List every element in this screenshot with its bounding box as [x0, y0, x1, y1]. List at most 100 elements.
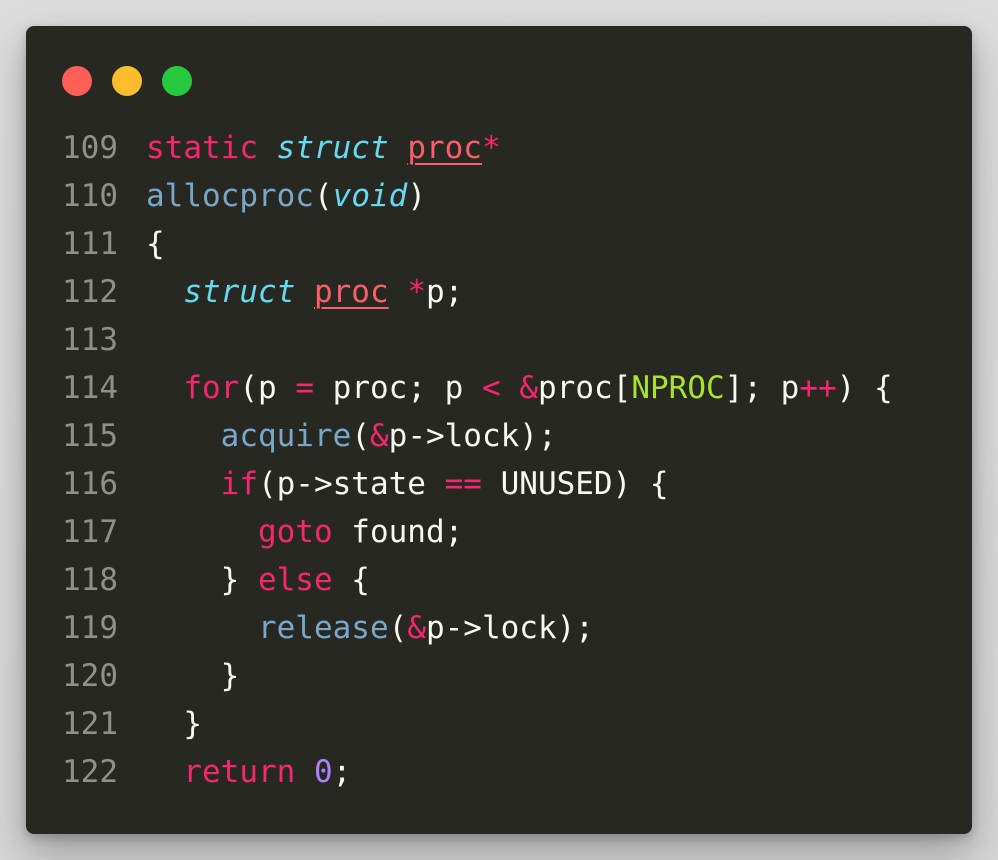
code-line: 113 — [62, 316, 893, 364]
code-token: ( — [388, 610, 408, 646]
code-text: release(&p->lock); — [146, 604, 594, 652]
code-token: goto — [257, 514, 333, 550]
code-text: struct proc *p; — [146, 268, 463, 316]
code-token: * — [407, 274, 426, 310]
code-token: proc — [313, 274, 389, 310]
code-token: else — [257, 562, 333, 598]
code-line: 110 allocproc(void) — [62, 172, 893, 220]
code-token: found; — [332, 514, 464, 550]
line-number: 115 — [62, 418, 118, 454]
code-line: 119 release(&p->lock); — [62, 604, 893, 652]
line-number: 113 — [62, 322, 118, 358]
line-number: 117 — [62, 514, 118, 550]
line-number: 112 — [62, 274, 118, 310]
code-token: } — [146, 562, 258, 598]
code-line: 120 } — [62, 652, 893, 700]
code-token: (p->state — [257, 466, 445, 502]
code-token: } — [146, 706, 202, 742]
code-token: struct — [183, 274, 296, 310]
code-token: p->lock); — [388, 418, 557, 454]
code-token: NPROC — [631, 370, 725, 406]
code-token: ( — [313, 178, 333, 214]
code-token: { — [332, 562, 370, 598]
line-number: 116 — [62, 466, 118, 502]
code-token: UNUSED) { — [481, 466, 669, 502]
window-controls — [62, 66, 192, 96]
line-number: 118 — [62, 562, 118, 598]
code-text: allocproc(void) — [146, 172, 426, 220]
code-line: 117 goto found; — [62, 508, 893, 556]
code-token: proc[ — [538, 370, 632, 406]
close-dot-icon[interactable] — [62, 66, 92, 96]
line-number: 110 — [62, 178, 118, 214]
code-token: return — [183, 754, 296, 790]
line-number: 114 — [62, 370, 118, 406]
code-token: < — [481, 370, 501, 406]
code-token: ++ — [799, 370, 837, 406]
code-text: { — [146, 220, 165, 268]
code-token: 0 — [313, 754, 333, 790]
code-token: } — [146, 658, 240, 694]
code-line: 116 if(p->state == UNUSED) { — [62, 460, 893, 508]
line-number: 109 — [62, 130, 118, 166]
code-line: 118 } else { — [62, 556, 893, 604]
code-line: 112 struct proc *p; — [62, 268, 893, 316]
code-text: acquire(&p->lock); — [146, 412, 557, 460]
code-window: 109 static struct proc* 110 allocproc(void)… — [26, 26, 972, 834]
code-token: ) { — [836, 370, 893, 406]
line-number: 120 — [62, 658, 118, 694]
code-token: (p — [239, 370, 296, 406]
code-token: ]; p — [724, 370, 800, 406]
code-token: ( — [351, 418, 370, 454]
code-text: } — [146, 700, 202, 748]
code-token: & — [519, 370, 538, 406]
code-text: } else { — [146, 556, 370, 604]
code-token: == — [444, 466, 482, 502]
code-text: return 0; — [146, 748, 351, 796]
code-token: struct — [276, 130, 389, 166]
code-token: for — [183, 370, 240, 406]
code-token: { — [146, 226, 165, 262]
code-text: if(p->state == UNUSED) { — [146, 460, 669, 508]
line-number: 122 — [62, 754, 118, 790]
code-token: if — [220, 466, 258, 502]
code-line: 115 acquire(&p->lock); — [62, 412, 893, 460]
code-line: 114 for(p = proc; p < &proc[NPROC]; p++)… — [62, 364, 893, 412]
code-text: } — [146, 652, 240, 700]
code-token: * — [481, 130, 501, 166]
code-token: proc — [407, 130, 482, 166]
code-token: release — [257, 610, 389, 646]
zoom-dot-icon[interactable] — [162, 66, 192, 96]
code-line: 121 } — [62, 700, 893, 748]
code-line: 111 { — [62, 220, 893, 268]
code-token: void — [332, 178, 408, 214]
code-text: static struct proc* — [146, 124, 501, 172]
code-token: & — [407, 610, 426, 646]
minimize-dot-icon[interactable] — [112, 66, 142, 96]
code-line: 109 static struct proc* — [62, 124, 893, 172]
code-token: proc; p — [314, 370, 482, 406]
line-number: 121 — [62, 706, 118, 742]
code-text: goto found; — [146, 508, 463, 556]
code-token: p; — [425, 274, 464, 310]
line-number: 111 — [62, 226, 118, 262]
code-token: = — [295, 370, 314, 406]
code-token: ; — [332, 754, 352, 790]
code-token: p->lock); — [425, 610, 594, 646]
code-token: & — [369, 418, 389, 454]
code-token: acquire — [220, 418, 352, 454]
line-number: 119 — [62, 610, 118, 646]
